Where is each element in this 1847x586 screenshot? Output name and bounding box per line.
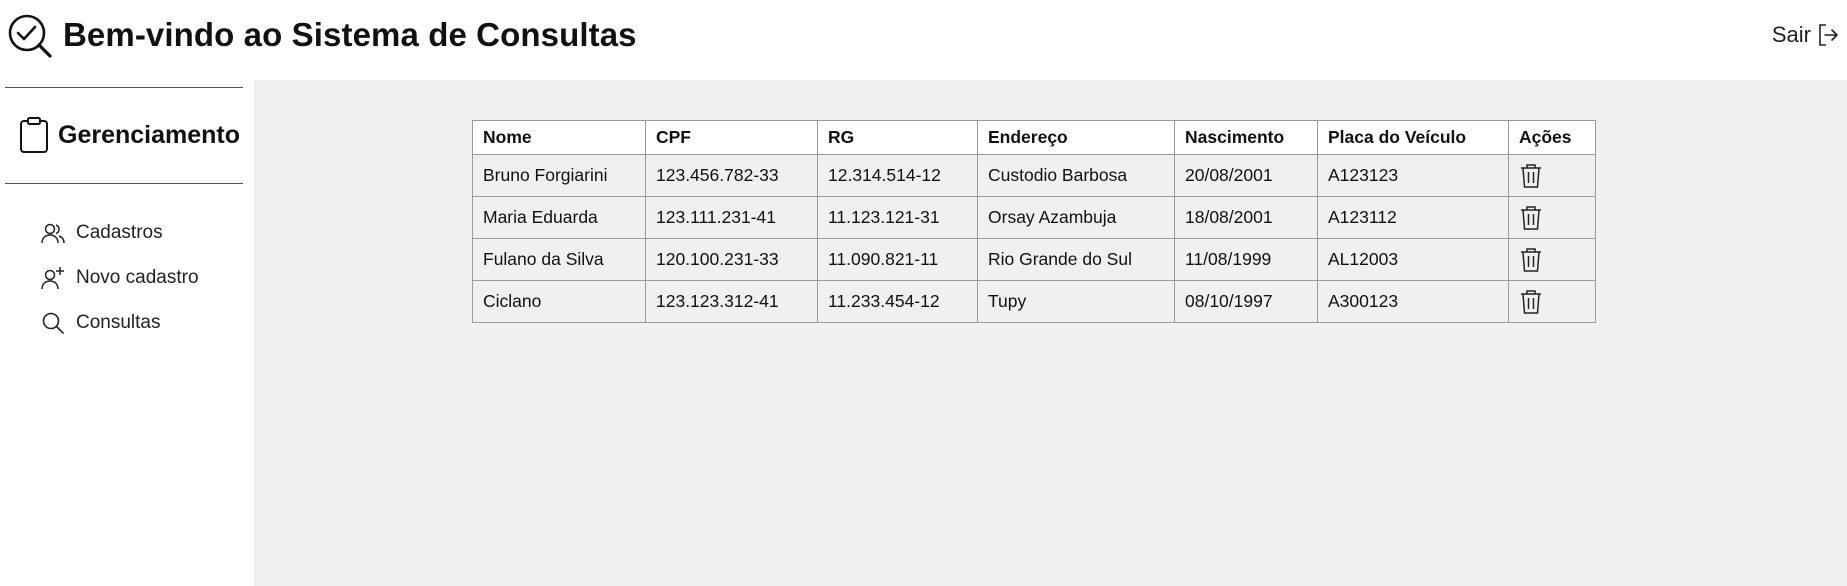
- sidebar-divider: [5, 183, 243, 184]
- page-title: Bem-vindo ao Sistema de Consultas: [63, 16, 637, 53]
- trash-icon[interactable]: [1519, 163, 1543, 189]
- cell-placa: A123112: [1317, 196, 1509, 239]
- cell-rg: 12.314.514-12: [817, 154, 978, 197]
- sidebar-section-label: Gerenciamento: [58, 120, 241, 149]
- cell-nascimento: 11/08/1999: [1174, 238, 1318, 281]
- cell-nascimento: 18/08/2001: [1174, 196, 1318, 239]
- column-header-endereco: Endereço: [977, 120, 1175, 155]
- cell-nome: Bruno Forgiarini: [472, 154, 646, 197]
- trash-icon[interactable]: [1519, 289, 1543, 315]
- app-header: Bem-vindo ao Sistema de Consultas Sair: [0, 0, 1847, 80]
- cell-acoes: [1508, 238, 1596, 281]
- logout-button[interactable]: Sair: [1772, 22, 1839, 48]
- table-row: Ciclano 123.123.312-41 11.233.454-12 Tup…: [472, 280, 1596, 323]
- sidebar-nav: Cadastros Novo cadastro Consultas: [40, 210, 199, 345]
- user-plus-icon: [41, 266, 64, 289]
- table-row: Maria Eduarda 123.111.231-41 11.123.121-…: [472, 196, 1596, 239]
- clipboard-icon: [20, 117, 48, 153]
- table-row: Bruno Forgiarini 123.456.782-33 12.314.5…: [472, 154, 1596, 197]
- cell-placa: A123123: [1317, 154, 1509, 197]
- sidebar-item-cadastros[interactable]: Cadastros: [40, 210, 199, 255]
- cell-rg: 11.233.454-12: [817, 280, 978, 323]
- cell-nome: Fulano da Silva: [472, 238, 646, 281]
- main-content: Nome CPF RG Endereço Nascimento Placa do…: [254, 80, 1847, 586]
- users-icon: [41, 223, 65, 243]
- logout-icon: [1819, 24, 1838, 46]
- sidebar-item-label: Consultas: [76, 311, 161, 333]
- cell-cpf: 120.100.231-33: [645, 238, 818, 281]
- column-header-nascimento: Nascimento: [1174, 120, 1318, 155]
- search-check-icon: [8, 14, 52, 58]
- cell-acoes: [1508, 280, 1596, 323]
- column-header-acoes: Ações: [1508, 120, 1596, 155]
- sidebar-item-consultas[interactable]: Consultas: [40, 300, 199, 345]
- cell-rg: 11.090.821-11: [817, 238, 978, 281]
- logout-label: Sair: [1771, 22, 1811, 47]
- cell-nascimento: 20/08/2001: [1174, 154, 1318, 197]
- cell-nome: Maria Eduarda: [472, 196, 646, 239]
- records-table: Nome CPF RG Endereço Nascimento Placa do…: [472, 120, 1596, 323]
- table-row: Fulano da Silva 120.100.231-33 11.090.82…: [472, 238, 1596, 281]
- trash-icon[interactable]: [1519, 247, 1543, 273]
- cell-cpf: 123.111.231-41: [645, 196, 818, 239]
- sidebar: Gerenciamento Cadastros Novo cadastro Co…: [0, 80, 254, 586]
- cell-rg: 11.123.121-31: [817, 196, 978, 239]
- sidebar-item-label: Novo cadastro: [76, 266, 199, 288]
- cell-acoes: [1508, 154, 1596, 197]
- cell-placa: A300123: [1317, 280, 1509, 323]
- cell-cpf: 123.456.782-33: [645, 154, 818, 197]
- cell-nome: Ciclano: [472, 280, 646, 323]
- cell-endereco: Orsay Azambuja: [977, 196, 1175, 239]
- cell-acoes: [1508, 196, 1596, 239]
- cell-endereco: Custodio Barbosa: [977, 154, 1175, 197]
- cell-endereco: Rio Grande do Sul: [977, 238, 1175, 281]
- column-header-placa: Placa do Veículo: [1317, 120, 1509, 155]
- column-header-rg: RG: [817, 120, 978, 155]
- cell-nascimento: 08/10/1997: [1174, 280, 1318, 323]
- cell-endereco: Tupy: [977, 280, 1175, 323]
- sidebar-section-header: Gerenciamento: [18, 116, 240, 154]
- trash-icon[interactable]: [1519, 205, 1543, 231]
- sidebar-divider: [5, 87, 243, 88]
- sidebar-item-label: Cadastros: [76, 221, 163, 243]
- table-header-row: Nome CPF RG Endereço Nascimento Placa do…: [472, 120, 1596, 155]
- cell-placa: AL12003: [1317, 238, 1509, 281]
- column-header-nome: Nome: [472, 120, 646, 155]
- sidebar-item-novo-cadastro[interactable]: Novo cadastro: [40, 255, 199, 300]
- column-header-cpf: CPF: [645, 120, 818, 155]
- search-icon: [42, 312, 64, 334]
- cell-cpf: 123.123.312-41: [645, 280, 818, 323]
